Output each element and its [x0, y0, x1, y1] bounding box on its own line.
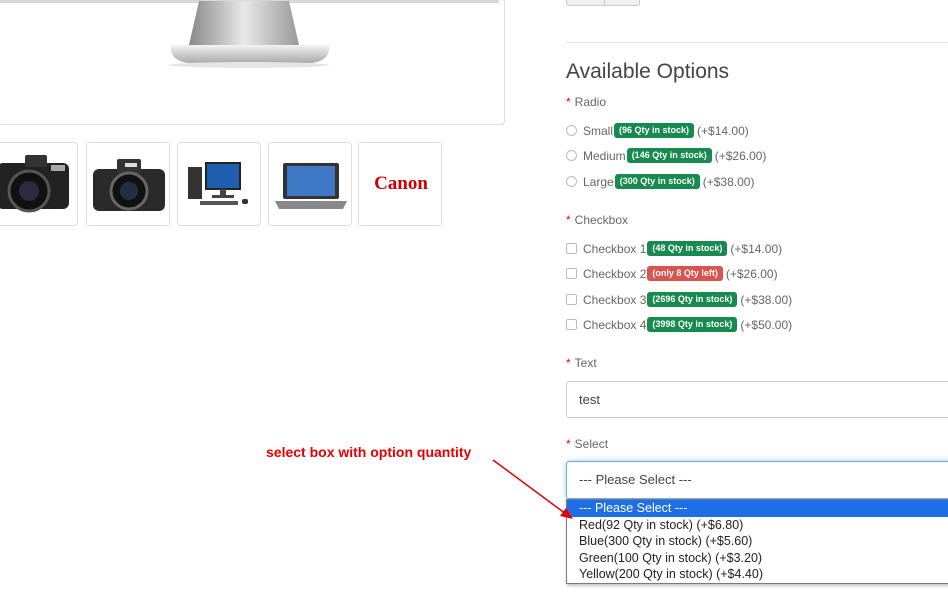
dslr-camera-icon	[0, 155, 69, 213]
radio-button[interactable]	[566, 125, 577, 136]
checkbox-group-label: * Checkbox	[566, 213, 629, 227]
required-marker: *	[566, 95, 571, 109]
required-marker: *	[566, 213, 571, 227]
canon-logo-thumbnail[interactable]: Canon	[358, 142, 442, 226]
stock-badge: (48 Qty in stock)	[647, 241, 728, 256]
dropdown-option-green[interactable]: Green(100 Qty in stock) (+$3.20)	[567, 550, 948, 567]
required-marker: *	[566, 356, 571, 370]
button-divider	[604, 0, 605, 6]
radio-button[interactable]	[566, 150, 577, 161]
checkbox-option-1[interactable]: Checkbox 1 (48 Qty in stock) (+$14.00)	[566, 241, 782, 256]
stock-badge: (300 Qty in stock)	[614, 174, 700, 189]
radio-option-small[interactable]: Small (96 Qty in stock) (+$14.00)	[566, 123, 749, 138]
checkbox[interactable]	[566, 294, 577, 305]
stock-badge: (2696 Qty in stock)	[647, 292, 738, 307]
stock-badge: (3998 Qty in stock)	[647, 317, 738, 332]
low-stock-badge: (only 8 Qty left)	[647, 266, 723, 281]
desktop-computer-icon	[188, 162, 248, 205]
dslr-camera-icon	[93, 159, 165, 211]
required-marker: *	[566, 437, 571, 451]
checkbox[interactable]	[566, 268, 577, 279]
canon-logo: Canon	[374, 173, 428, 194]
radio-button[interactable]	[566, 176, 577, 187]
annotation-label: select box with option quantity	[266, 444, 472, 460]
dropdown-option-please-select[interactable]: --- Please Select ---	[567, 500, 948, 517]
camera-2-thumbnail[interactable]	[86, 142, 170, 226]
quantity-button-group[interactable]	[566, 0, 640, 6]
radio-option-large[interactable]: Large (300 Qty in stock) (+$38.00)	[566, 174, 754, 189]
radio-option-medium[interactable]: Medium (146 Qty in stock) (+$26.00)	[566, 148, 766, 163]
camera-1-thumbnail[interactable]	[0, 142, 78, 226]
radio-group-label: * Radio	[566, 95, 607, 109]
dropdown-option-yellow[interactable]: Yellow(200 Qty in stock) (+$4.40)	[567, 566, 948, 583]
main-product-image[interactable]	[0, 0, 505, 125]
laptop-thumbnail[interactable]	[268, 142, 352, 226]
stock-badge: (96 Qty in stock)	[614, 123, 695, 138]
section-divider	[566, 42, 948, 43]
text-field-label: * Text	[566, 356, 597, 370]
stock-badge: (146 Qty in stock)	[626, 148, 712, 163]
dropdown-option-red[interactable]: Red(92 Qty in stock) (+$6.80)	[567, 517, 948, 534]
checkbox-option-3[interactable]: Checkbox 3 (2696 Qty in stock) (+$38.00)	[566, 292, 792, 307]
desktop-pc-thumbnail[interactable]	[177, 142, 261, 226]
monitor-stand-image	[0, 0, 499, 68]
dropdown-option-blue[interactable]: Blue(300 Qty in stock) (+$5.60)	[567, 533, 948, 550]
select-field-label: * Select	[566, 437, 609, 451]
checkbox[interactable]	[566, 243, 577, 254]
select-dropdown-list[interactable]: --- Please Select --- Red(92 Qty in stoc…	[566, 499, 948, 584]
checkbox-option-2[interactable]: Checkbox 2 (only 8 Qty left) (+$26.00)	[566, 266, 778, 281]
laptop-icon	[275, 163, 347, 209]
option-select-box[interactable]: --- Please Select ---	[566, 461, 948, 499]
checkbox-option-4[interactable]: Checkbox 4 (3998 Qty in stock) (+$50.00)	[566, 317, 792, 332]
checkbox[interactable]	[566, 319, 577, 330]
text-option-input[interactable]	[566, 381, 948, 418]
available-options-title: Available Options	[566, 60, 730, 83]
